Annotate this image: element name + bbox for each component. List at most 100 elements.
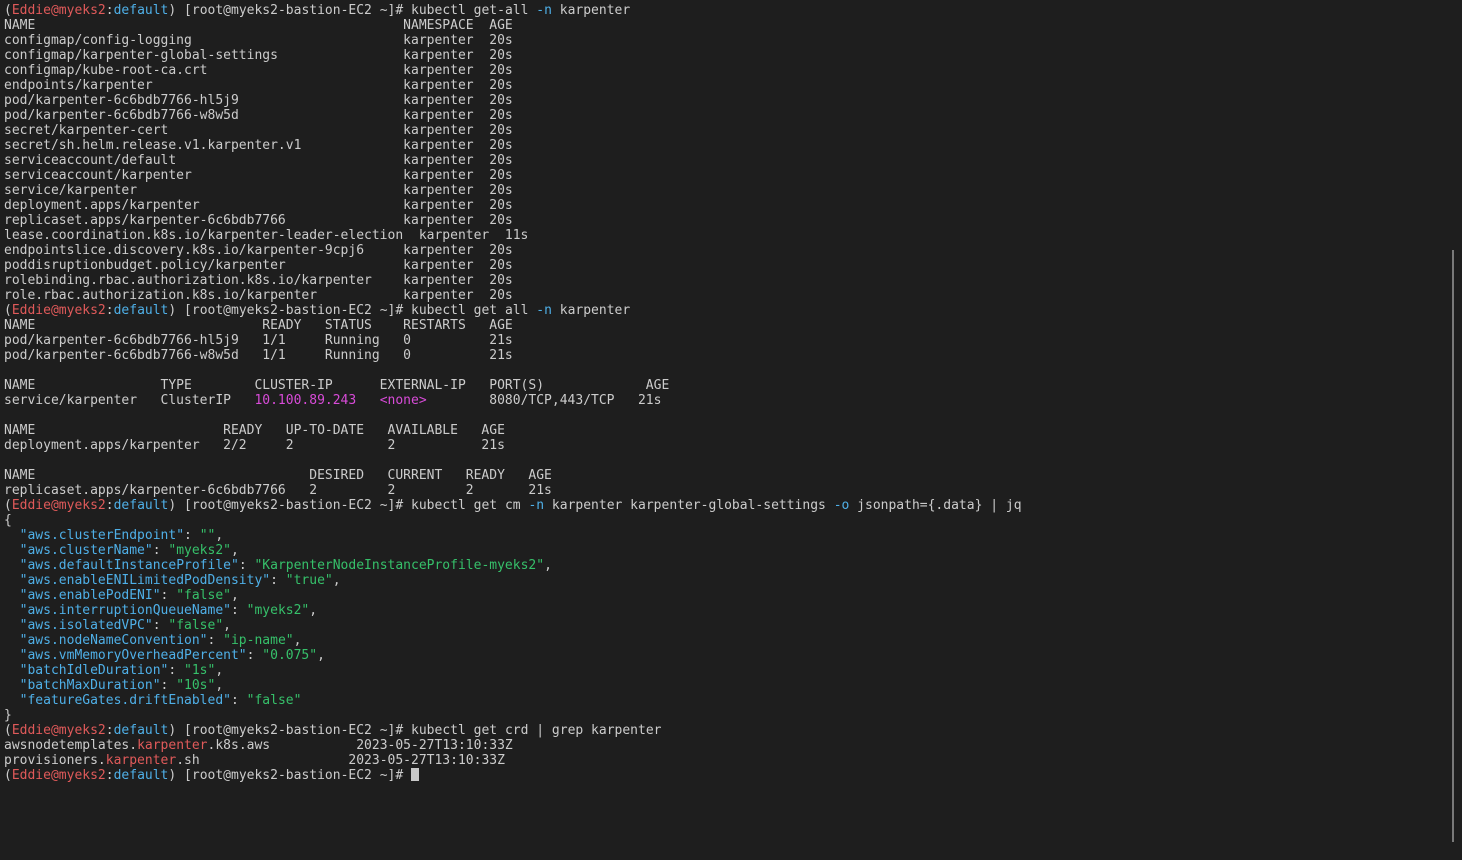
json-entry: "aws.vmMemoryOverheadPercent": "0.075",: [4, 648, 1462, 663]
prompt-user: Eddie: [11, 3, 51, 18]
prompt-host: @myeks2: [50, 303, 106, 318]
table-row-text: configmap/karpenter-global-settings karp…: [4, 48, 513, 63]
json-value: "false": [246, 693, 302, 708]
table-row-text: role.rbac.authorization.k8s.io/karpenter…: [4, 288, 513, 303]
command-text: karpenter: [551, 3, 631, 18]
table-row: lease.coordination.k8s.io/karpenter-lead…: [4, 228, 1462, 243]
command-line: (Eddie@myeks2:default) [root@myeks2-bast…: [4, 303, 1462, 318]
command-flag: -n: [536, 303, 552, 318]
prompt-colon: :: [105, 303, 114, 318]
json-entry: "aws.nodeNameConvention": "ip-name",: [4, 633, 1462, 648]
prompt-rest: ) [root@myeks2-bastion-EC2 ~]#: [168, 768, 412, 783]
json-comma: ,: [544, 558, 552, 573]
table-row: poddisruptionbudget.policy/karpenter kar…: [4, 258, 1462, 273]
command-flag: -n: [528, 498, 545, 513]
table-row-text: pod/karpenter-6c6bdb7766-w8w5d 1/1 Runni…: [4, 348, 513, 363]
json-value: "KarpenterNodeInstanceProfile-myeks2": [254, 558, 545, 573]
terminal-cursor[interactable]: [411, 768, 420, 781]
command-text: jsonpath={.data} | jq: [849, 498, 1022, 513]
json-key: "aws.isolatedVPC": [19, 618, 153, 633]
prompt-host: @myeks2: [50, 723, 106, 738]
svc-text: service/karpenter ClusterIP: [4, 393, 255, 408]
table-row: deployment.apps/karpenter 2/2 2 2 21s: [4, 438, 1462, 453]
json-value: "": [199, 528, 216, 543]
json-colon: :: [160, 678, 177, 693]
command-flag: -n: [536, 3, 552, 18]
json-comma: ,: [332, 573, 341, 588]
json-value: "10s": [176, 678, 216, 693]
table-row-text: configmap/config-logging karpenter 20s: [4, 33, 513, 48]
table-header-text: NAME DESIRED CURRENT READY AGE: [4, 468, 552, 483]
table-row-text: secret/karpenter-cert karpenter 20s: [4, 123, 513, 138]
table-row: configmap/kube-root-ca.crt karpenter 20s: [4, 63, 1462, 78]
table-row-text: rolebinding.rbac.authorization.k8s.io/ka…: [4, 273, 513, 288]
json-comma: ,: [215, 528, 224, 543]
table-row-text: pod/karpenter-6c6bdb7766-hl5j9 1/1 Runni…: [4, 333, 513, 348]
json-value: "true": [285, 573, 333, 588]
prompt-open: (: [4, 723, 12, 738]
table-row-text: endpoints/karpenter karpenter 20s: [4, 78, 513, 93]
table-row: serviceaccount/default karpenter 20s: [4, 153, 1462, 168]
json-comma: ,: [215, 663, 224, 678]
json-close: }: [4, 708, 1462, 723]
svc-text: 8080/TCP,443/TCP 21s: [426, 393, 662, 408]
json-colon: :: [238, 558, 255, 573]
crd-row: awsnodetemplates.karpenter.k8s.aws 2023-…: [4, 738, 1462, 753]
table-row-text: replicaset.apps/karpenter-6c6bdb7766 kar…: [4, 213, 513, 228]
table-row: pod/karpenter-6c6bdb7766-w8w5d 1/1 Runni…: [4, 348, 1462, 363]
json-value: "ip-name": [223, 633, 294, 648]
prompt-rest: ) [root@myeks2-bastion-EC2 ~]#: [168, 3, 412, 18]
json-entry: "aws.isolatedVPC": "false",: [4, 618, 1462, 633]
json-colon: :: [184, 528, 200, 543]
terminal-output: (Eddie@myeks2:default) [root@myeks2-bast…: [4, 3, 1462, 783]
json-value: "false": [176, 588, 231, 603]
json-comma: ,: [231, 543, 239, 558]
prompt-context: default: [113, 303, 169, 318]
json-value: "myeks2": [246, 603, 310, 618]
terminal-window[interactable]: (Eddie@myeks2:default) [root@myeks2-bast…: [0, 0, 1462, 860]
command-text: karpenter karpenter-global-settings: [544, 498, 834, 513]
json-colon: :: [168, 663, 185, 678]
table-header: NAME READY STATUS RESTARTS AGE: [4, 318, 1462, 333]
scrollbar[interactable]: [1452, 250, 1454, 842]
json-entry: "batchIdleDuration": "1s",: [4, 663, 1462, 678]
json-colon: :: [152, 543, 169, 558]
prompt-context: default: [113, 498, 169, 513]
command-text: kubectl get crd | grep karpenter: [411, 723, 662, 738]
table-row: pod/karpenter-6c6bdb7766-w8w5d karpenter…: [4, 108, 1462, 123]
prompt-user: Eddie: [11, 723, 51, 738]
prompt-user: Eddie: [11, 768, 51, 783]
table-row-text: replicaset.apps/karpenter-6c6bdb7766 2 2…: [4, 483, 552, 498]
json-value: "myeks2": [168, 543, 231, 558]
table-row: pod/karpenter-6c6bdb7766-hl5j9 1/1 Runni…: [4, 333, 1462, 348]
json-key: "aws.enablePodENI": [19, 588, 161, 603]
cluster-ip: 10.100.89.243: [254, 393, 357, 408]
table-row-text: pod/karpenter-6c6bdb7766-w8w5d karpenter…: [4, 108, 513, 123]
table-row-text: pod/karpenter-6c6bdb7766-hl5j9 karpenter…: [4, 93, 513, 108]
table-row-text: poddisruptionbudget.policy/karpenter kar…: [4, 258, 513, 273]
table-header: NAME READY UP-TO-DATE AVAILABLE AGE: [4, 423, 1462, 438]
prompt-context: default: [113, 768, 169, 783]
json-key: "batchIdleDuration": [19, 663, 169, 678]
json-entry: "aws.enablePodENI": "false",: [4, 588, 1462, 603]
table-row: replicaset.apps/karpenter-6c6bdb7766 kar…: [4, 213, 1462, 228]
command-text: kubectl get-all: [411, 3, 537, 18]
prompt-open: (: [4, 3, 12, 18]
prompt-colon: :: [105, 723, 114, 738]
crd-name: awsnodetemplates.: [4, 738, 138, 753]
json-key: "aws.clusterName": [19, 543, 153, 558]
json-key: "aws.defaultInstanceProfile": [19, 558, 239, 573]
json-key: "aws.enableENILimitedPodDensity": [19, 573, 271, 588]
json-colon: :: [160, 588, 177, 603]
json-comma: ,: [317, 648, 325, 663]
crd-rest: .k8s.aws 2023-05-27T13:10:33Z: [207, 738, 513, 753]
json-key: "aws.clusterEndpoint": [19, 528, 185, 543]
prompt-colon: :: [105, 768, 114, 783]
